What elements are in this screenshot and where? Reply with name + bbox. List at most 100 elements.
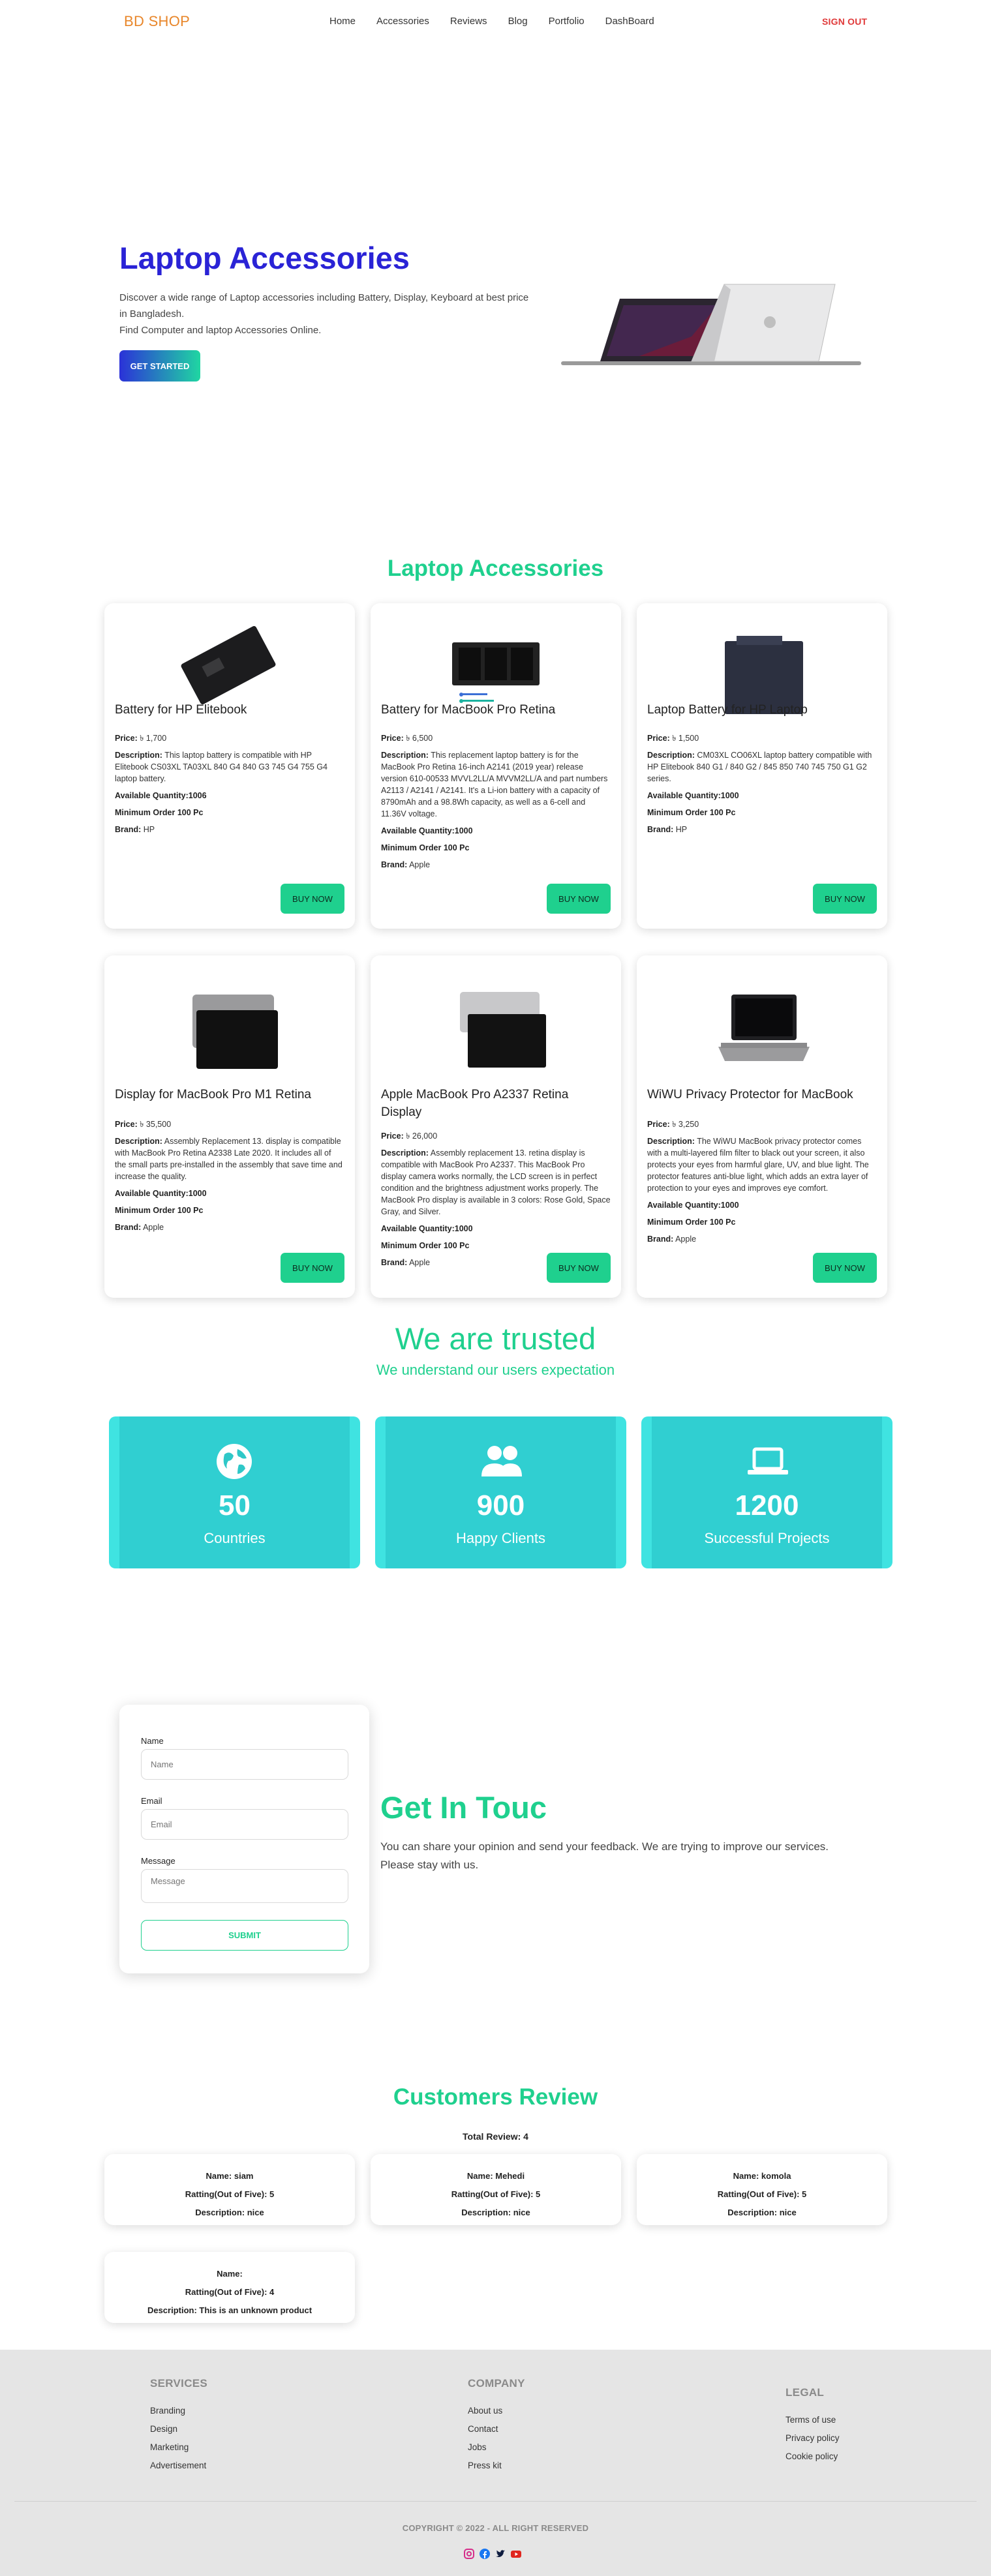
price-label: Price: [115,1120,138,1129]
message-textarea[interactable] [141,1869,348,1903]
footer-link-marketing[interactable]: Marketing [150,2438,207,2457]
minimum-order: Minimum Order 100 Pc [115,808,204,817]
stat-value: 900 [476,1490,525,1521]
footer-link-terms[interactable]: Terms of use [785,2411,840,2429]
buy-now-button[interactable]: BUY NOW [281,884,344,914]
nav-portfolio[interactable]: Portfolio [549,16,585,27]
footer-link-cookie[interactable]: Cookie policy [785,2448,840,2466]
product-minimum-row: Minimum Order 100 Pc [647,1216,877,1228]
review-card: Name: komola Ratting(Out of Five): 5 Des… [637,2154,887,2225]
description-label: Description: [381,1148,429,1158]
product-name: Battery for HP Elitebook [115,703,247,717]
nav-accessories[interactable]: Accessories [376,16,429,27]
nav-reviews[interactable]: Reviews [450,16,487,27]
product-image [460,992,546,1068]
nav-blog[interactable]: Blog [508,16,528,27]
product-brand: HP [143,825,155,834]
product-brand: Apple [675,1235,697,1244]
brand-label: Brand: [647,825,674,834]
submit-button[interactable]: SUBMIT [141,1920,348,1951]
product-brand: HP [675,825,688,834]
product-description-row: Description: The WiWU MacBook privacy pr… [647,1135,877,1194]
hero-laptop-image [561,284,861,365]
sign-out-button[interactable]: SIGN OUT [822,16,867,27]
buy-now-button[interactable]: BUY NOW [813,884,877,914]
contact-description: You can share your opinion and send your… [380,1840,829,1871]
footer-link-jobs[interactable]: Jobs [468,2438,525,2457]
description-label: Description: [115,751,162,760]
stat-card-clients: 900 Happy Clients [375,1416,626,1568]
brand-logo[interactable]: BD SHOP [124,13,190,30]
buy-now-button[interactable]: BUY NOW [281,1253,344,1283]
product-name: Display for MacBook Pro M1 Retina [115,1088,311,1101]
product-available-row: Available Quantity:1000 [381,1223,611,1235]
product-brand: Apple [409,1258,431,1267]
review-description: Description: nice [195,2208,264,2217]
review-rating: Ratting(Out of Five): 5 [717,2189,807,2199]
product-description-row: Description: Assembly Replacement 13. di… [115,1135,344,1182]
instagram-icon[interactable] [464,2549,474,2559]
footer-link-press-kit[interactable]: Press kit [468,2457,525,2475]
trusted-title: We are trusted [395,1321,596,1356]
footer-services-title: SERVICES [150,2377,208,2389]
product-details: Price: ৳ 3,250 Description: The WiWU MacB… [647,1118,877,1250]
brand-label: Brand: [647,1235,674,1244]
footer-link-design[interactable]: Design [150,2420,207,2438]
youtube-icon[interactable] [511,2549,521,2559]
product-price: ৳ 26,000 [406,1131,438,1141]
product-details: Price: ৳ 35,500 Description: Assembly Rep… [115,1118,344,1238]
reviews-title: Customers Review [393,2084,598,2110]
product-image [718,995,810,1061]
price-label: Price: [115,734,138,743]
footer-link-privacy[interactable]: Privacy policy [785,2429,840,2448]
stat-label: Countries [204,1530,266,1546]
product-card: Battery for HP Elitebook Price: ৳ 1,700 De… [104,603,355,929]
footer-link-branding[interactable]: Branding [150,2402,207,2420]
review-card: Name: siam Ratting(Out of Five): 5 Descr… [104,2154,355,2225]
available-quantity: Available Quantity:1006 [115,791,207,800]
footer-link-advertisement[interactable]: Advertisement [150,2457,207,2475]
twitter-icon[interactable] [495,2549,506,2559]
main-menu: Home Accessories Reviews Blog Portfolio … [329,16,675,27]
product-details: Price: ৳ 1,700 Description: This laptop b… [115,732,344,841]
product-price: ৳ 1,500 [672,734,699,743]
product-description-row: Description: This replacement laptop bat… [381,749,611,820]
hero-desc-line1: Discover a wide range of Laptop accessor… [119,292,529,320]
facebook-icon[interactable] [480,2549,490,2559]
product-details: Price: ৳ 6,500 Description: This replacem… [381,732,611,876]
nav-dashboard[interactable]: DashBoard [605,16,654,27]
globe-icon [217,1444,252,1479]
product-name: Apple MacBook Pro A2337 Retina Display [381,1088,569,1119]
footer-link-about[interactable]: About us [468,2402,525,2420]
product-price: ৳ 3,250 [672,1120,699,1129]
footer-legal: LEGAL Terms of use Privacy policy Cookie… [785,2386,840,2466]
name-input[interactable] [141,1749,348,1780]
buy-now-button[interactable]: BUY NOW [547,884,611,914]
buy-now-button[interactable]: BUY NOW [813,1253,877,1283]
review-name: Name: [217,2269,243,2279]
users-icon [481,1446,522,1476]
review-card: Name: Mehedi Ratting(Out of Five): 5 Des… [371,2154,621,2225]
stat-card-countries: 50 Countries [109,1416,360,1568]
hero-description: Discover a wide range of Laptop accessor… [119,290,537,338]
footer-company: COMPANY About us Contact Jobs Press kit [468,2377,525,2475]
contact-form: Name Email Message SUBMIT [119,1705,369,1973]
buy-now-button[interactable]: BUY NOW [547,1253,611,1283]
stat-card-projects: 1200 Successful Projects [641,1416,892,1568]
product-price-row: Price: ৳ 3,250 [647,1118,877,1130]
description-label: Description: [647,751,695,760]
email-input[interactable] [141,1809,348,1840]
review-name: Name: komola [733,2171,791,2181]
review-rating: Ratting(Out of Five): 5 [451,2189,541,2199]
footer-link-contact[interactable]: Contact [468,2420,525,2438]
trusted-subtitle: We understand our users expectation [376,1362,615,1378]
product-minimum-row: Minimum Order 100 Pc [115,1205,344,1216]
price-label: Price: [647,734,670,743]
product-brand-row: Brand: HP [647,824,877,835]
get-started-button[interactable]: GET STARTED [119,350,200,382]
minimum-order: Minimum Order 100 Pc [381,843,470,852]
product-available-row: Available Quantity:1000 [647,1199,877,1211]
product-minimum-row: Minimum Order 100 Pc [381,1240,611,1251]
product-description-row: Description: CM03XL CO06XL laptop batter… [647,749,877,785]
nav-home[interactable]: Home [329,16,356,27]
